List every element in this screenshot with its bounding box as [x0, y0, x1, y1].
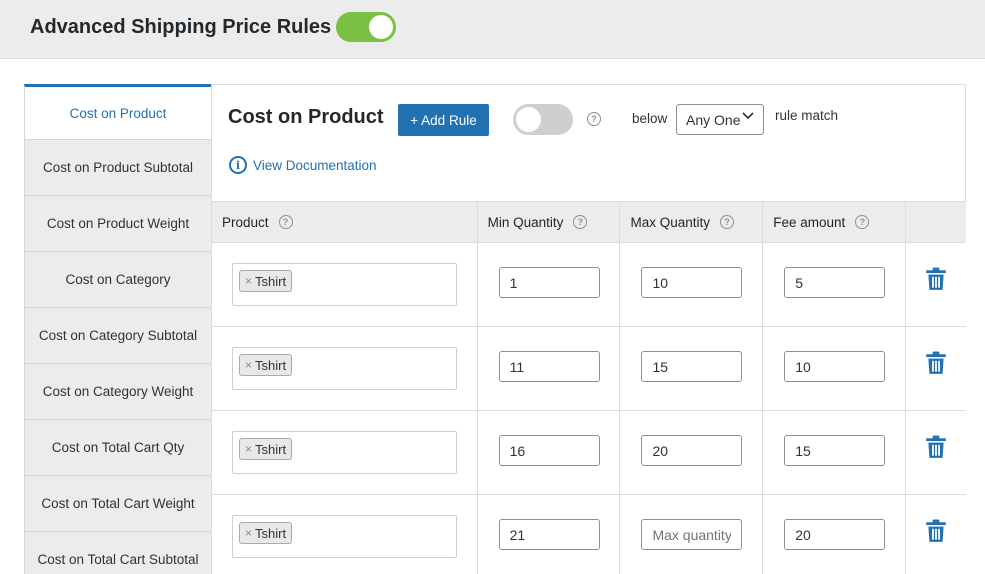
column-header-label: Fee amount — [773, 214, 846, 230]
table-row: × Tshirt — [212, 327, 966, 411]
fee-amount-input[interactable] — [784, 351, 886, 382]
enable-rules-toggle[interactable] — [336, 12, 396, 42]
question-circle-icon[interactable]: ? — [278, 215, 293, 229]
product-tag-label: Tshirt — [255, 441, 287, 457]
max-quantity-input[interactable] — [641, 519, 743, 550]
product-tag: × Tshirt — [239, 354, 293, 376]
question-circle-icon[interactable]: ? — [855, 215, 870, 229]
min-quantity-input[interactable] — [498, 267, 600, 298]
chevron-down-icon — [742, 112, 754, 123]
remove-tag-icon[interactable]: × — [245, 274, 252, 288]
view-documentation-link[interactable]: i View Documentation — [229, 156, 377, 174]
column-header-label: Max Quantity — [630, 214, 710, 230]
product-select[interactable]: × Tshirt — [232, 347, 457, 390]
table-row: × Tshirt — [212, 243, 966, 327]
trash-icon[interactable] — [925, 519, 947, 543]
below-label: below — [632, 111, 668, 126]
add-rule-button[interactable]: + Add Rule — [398, 104, 489, 136]
trash-icon[interactable] — [925, 267, 947, 291]
min-quantity-input[interactable] — [498, 351, 600, 382]
max-quantity-input[interactable] — [641, 351, 743, 382]
sidebar-item-cost-on-product-subtotal[interactable]: Cost on Product Subtotal — [24, 140, 211, 196]
rule-match-select[interactable]: Any One — [676, 104, 764, 135]
panel-header: Cost on Product + Add Rule ? below Any O… — [211, 84, 966, 201]
sidebar-item-cost-on-category-weight[interactable]: Cost on Category Weight — [24, 364, 211, 420]
rules-table: Product? Min Quantity? Max Quantity? Fee… — [211, 201, 966, 574]
column-header-label: Product — [222, 214, 269, 230]
fee-amount-input[interactable] — [784, 267, 886, 298]
sidebar-item-cost-on-category[interactable]: Cost on Category — [24, 252, 211, 308]
column-header-min-quantity: Min Quantity? — [478, 202, 621, 242]
panel-enable-toggle[interactable] — [513, 104, 573, 135]
column-header-product: Product? — [212, 202, 478, 242]
product-tag: × Tshirt — [239, 270, 293, 292]
product-tag: × Tshirt — [239, 438, 293, 460]
max-quantity-input[interactable] — [641, 267, 743, 298]
sidebar-item-cost-on-category-subtotal[interactable]: Cost on Category Subtotal — [24, 308, 211, 364]
column-header-actions — [906, 202, 966, 242]
top-bar: Advanced Shipping Price Rules — [0, 0, 985, 59]
table-header: Product? Min Quantity? Max Quantity? Fee… — [212, 201, 966, 243]
info-circle-icon: i — [229, 156, 247, 174]
sidebar-item-cost-on-product[interactable]: Cost on Product — [24, 84, 211, 140]
table-row: × Tshirt — [212, 495, 966, 574]
product-tag: × Tshirt — [239, 522, 293, 544]
sidebar-item-cost-on-total-cart-subtotal[interactable]: Cost on Total Cart Subtotal — [24, 532, 211, 574]
product-tag-label: Tshirt — [255, 273, 287, 289]
product-select[interactable]: × Tshirt — [232, 515, 457, 558]
max-quantity-input[interactable] — [641, 435, 743, 466]
product-select[interactable]: × Tshirt — [232, 431, 457, 474]
rule-match-select-value: Any One — [686, 112, 741, 128]
sidebar-item-cost-on-total-cart-qty[interactable]: Cost on Total Cart Qty — [24, 420, 211, 476]
trash-icon[interactable] — [925, 351, 947, 375]
fee-amount-input[interactable] — [784, 435, 886, 466]
remove-tag-icon[interactable]: × — [245, 442, 252, 456]
column-header-fee-amount: Fee amount? — [763, 202, 907, 242]
question-circle-icon[interactable]: ? — [573, 215, 588, 229]
page-title: Advanced Shipping Price Rules — [30, 16, 332, 38]
column-header-label: Min Quantity — [487, 214, 564, 230]
trash-icon[interactable] — [925, 435, 947, 459]
toggle-knob — [369, 15, 393, 39]
table-row: × Tshirt — [212, 411, 966, 495]
remove-tag-icon[interactable]: × — [245, 526, 252, 540]
fee-amount-input[interactable] — [784, 519, 886, 550]
min-quantity-input[interactable] — [498, 519, 600, 550]
column-header-max-quantity: Max Quantity? — [620, 202, 764, 242]
product-select[interactable]: × Tshirt — [232, 263, 457, 306]
toggle-knob — [516, 107, 541, 132]
sidebar: Cost on Product Cost on Product Subtotal… — [24, 84, 211, 574]
remove-tag-icon[interactable]: × — [245, 358, 252, 372]
product-tag-label: Tshirt — [255, 357, 287, 373]
question-circle-icon[interactable]: ? — [719, 215, 734, 229]
sidebar-item-cost-on-product-weight[interactable]: Cost on Product Weight — [24, 196, 211, 252]
min-quantity-input[interactable] — [498, 435, 600, 466]
question-circle-icon[interactable]: ? — [587, 112, 601, 126]
view-documentation-text: View Documentation — [253, 157, 377, 173]
rule-match-label: rule match — [775, 108, 839, 123]
sidebar-item-cost-on-total-cart-weight[interactable]: Cost on Total Cart Weight — [24, 476, 211, 532]
panel-title: Cost on Product — [228, 106, 384, 128]
product-tag-label: Tshirt — [255, 525, 287, 541]
